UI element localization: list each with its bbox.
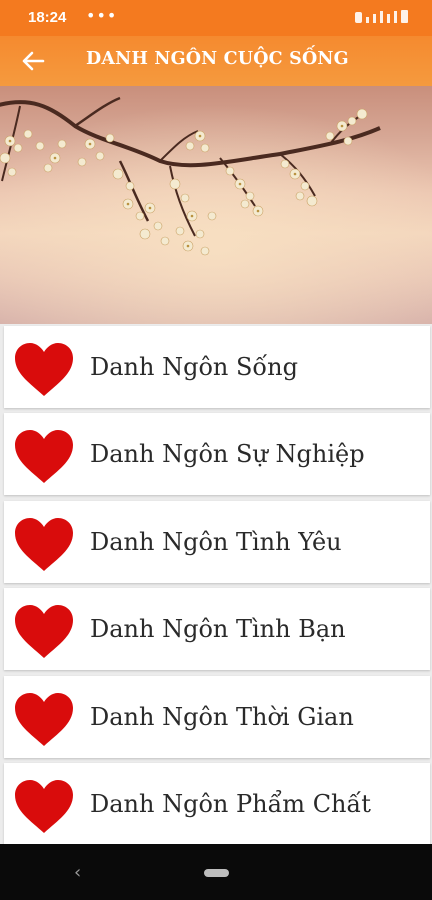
- heart-icon: [15, 780, 73, 833]
- heart-icon: [15, 518, 73, 571]
- list-item-label: Danh Ngôn Phẩm Chất: [90, 790, 371, 818]
- status-time: 18:24: [28, 9, 67, 26]
- status-bar: 18:24 •••: [0, 0, 432, 36]
- wifi-icon: [387, 14, 390, 23]
- status-icons: [355, 10, 408, 23]
- nav-back-icon[interactable]: ‹: [74, 862, 81, 883]
- notification-dots: •••: [86, 6, 118, 25]
- app-bar: DANH NGÔN CUỘC SỐNG: [0, 36, 432, 86]
- list-item-label: Danh Ngôn Thời Gian: [90, 703, 354, 731]
- heart-icon: [15, 343, 73, 396]
- list-item[interactable]: Danh Ngôn Sự Nghiệp: [4, 413, 430, 495]
- heart-icon: [15, 430, 73, 483]
- heart-icon: [15, 605, 73, 658]
- signal-icon: [373, 14, 376, 23]
- list-item[interactable]: Danh Ngôn Sống: [4, 326, 430, 408]
- vibrate-icon: [355, 12, 362, 23]
- list-item-label: Danh Ngôn Tình Bạn: [90, 615, 346, 643]
- heart-icon: [15, 693, 73, 746]
- list-item[interactable]: Danh Ngôn Thời Gian: [4, 676, 430, 758]
- system-nav-bar: ‹: [0, 844, 432, 900]
- signal-icon: [380, 11, 383, 23]
- wifi-icon: [394, 11, 397, 23]
- arrow-left-icon: [22, 51, 45, 71]
- nav-home-pill[interactable]: [204, 869, 229, 877]
- battery-icon: [401, 10, 408, 23]
- signal-icon: [366, 17, 369, 23]
- list-item[interactable]: Danh Ngôn Tình Bạn: [4, 588, 430, 670]
- header-banner-image: [0, 86, 432, 324]
- list-item[interactable]: Danh Ngôn Phẩm Chất: [4, 763, 430, 845]
- page-title: DANH NGÔN CUỘC SỐNG: [86, 49, 349, 69]
- back-button[interactable]: [16, 45, 52, 77]
- list-item-label: Danh Ngôn Tình Yêu: [90, 528, 342, 556]
- list-item[interactable]: Danh Ngôn Tình Yêu: [4, 501, 430, 583]
- list-item-label: Danh Ngôn Sự Nghiệp: [90, 440, 365, 468]
- list-item-label: Danh Ngôn Sống: [90, 353, 298, 381]
